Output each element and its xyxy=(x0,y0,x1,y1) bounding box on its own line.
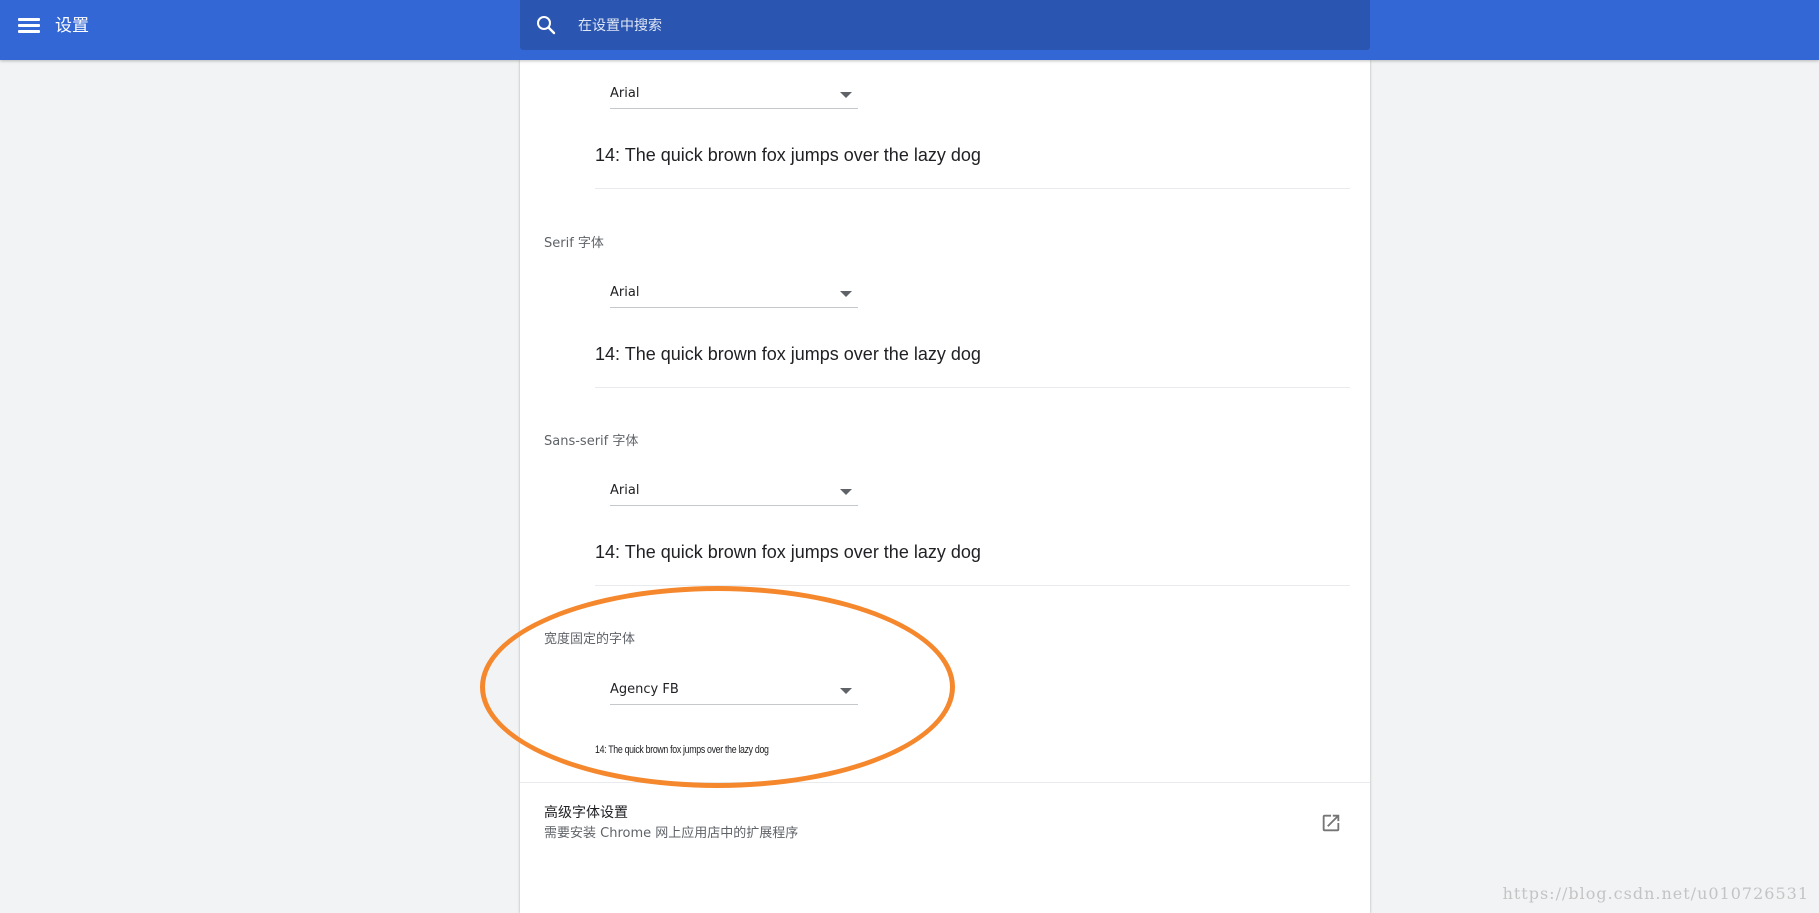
divider xyxy=(595,188,1350,189)
fixed-width-font-label: 宽度固定的字体 xyxy=(544,632,636,647)
fixed-width-font-select[interactable]: Agency FB xyxy=(610,678,858,705)
serif-font-label: Serif 字体 xyxy=(544,236,604,251)
sans-serif-font-value: Arial xyxy=(610,483,640,498)
serif-font-value: Arial xyxy=(610,285,640,300)
search-input[interactable] xyxy=(576,10,1340,42)
fixed-width-font-sample: 14: The quick brown fox jumps over the l… xyxy=(595,744,769,756)
hamburger-menu-icon[interactable] xyxy=(16,15,42,37)
dropdown-arrow-icon xyxy=(840,92,852,98)
standard-font-select[interactable]: Arial xyxy=(610,82,858,109)
standard-font-sample: 14: The quick brown fox jumps over the l… xyxy=(595,145,981,165)
dropdown-arrow-icon xyxy=(840,291,852,297)
search-icon[interactable] xyxy=(534,13,558,37)
open-in-new-icon[interactable] xyxy=(1320,812,1342,834)
standard-font-value: Arial xyxy=(610,86,640,101)
advanced-font-settings-subtitle: 需要安装 Chrome 网上应用店中的扩展程序 xyxy=(544,826,799,841)
divider xyxy=(595,585,1350,586)
sans-serif-font-label: Sans-serif 字体 xyxy=(544,434,639,449)
serif-font-select[interactable]: Arial xyxy=(610,281,858,308)
divider xyxy=(520,782,1370,783)
divider xyxy=(595,387,1350,388)
serif-font-sample: 14: The quick brown fox jumps over the l… xyxy=(595,344,981,364)
sans-serif-font-select[interactable]: Arial xyxy=(610,479,858,506)
dropdown-arrow-icon xyxy=(840,688,852,694)
advanced-font-settings-title[interactable]: 高级字体设置 xyxy=(544,802,628,822)
fixed-width-font-value: Agency FB xyxy=(610,682,679,697)
search-box[interactable] xyxy=(520,0,1370,50)
page-title: 设置 xyxy=(55,16,89,36)
settings-card: Arial 14: The quick brown fox jumps over… xyxy=(520,60,1370,913)
dropdown-arrow-icon xyxy=(840,489,852,495)
top-bar: 设置 xyxy=(0,0,1819,60)
watermark: https://blog.csdn.net/u010726531 xyxy=(1502,884,1809,903)
sans-serif-font-sample: 14: The quick brown fox jumps over the l… xyxy=(595,542,981,562)
